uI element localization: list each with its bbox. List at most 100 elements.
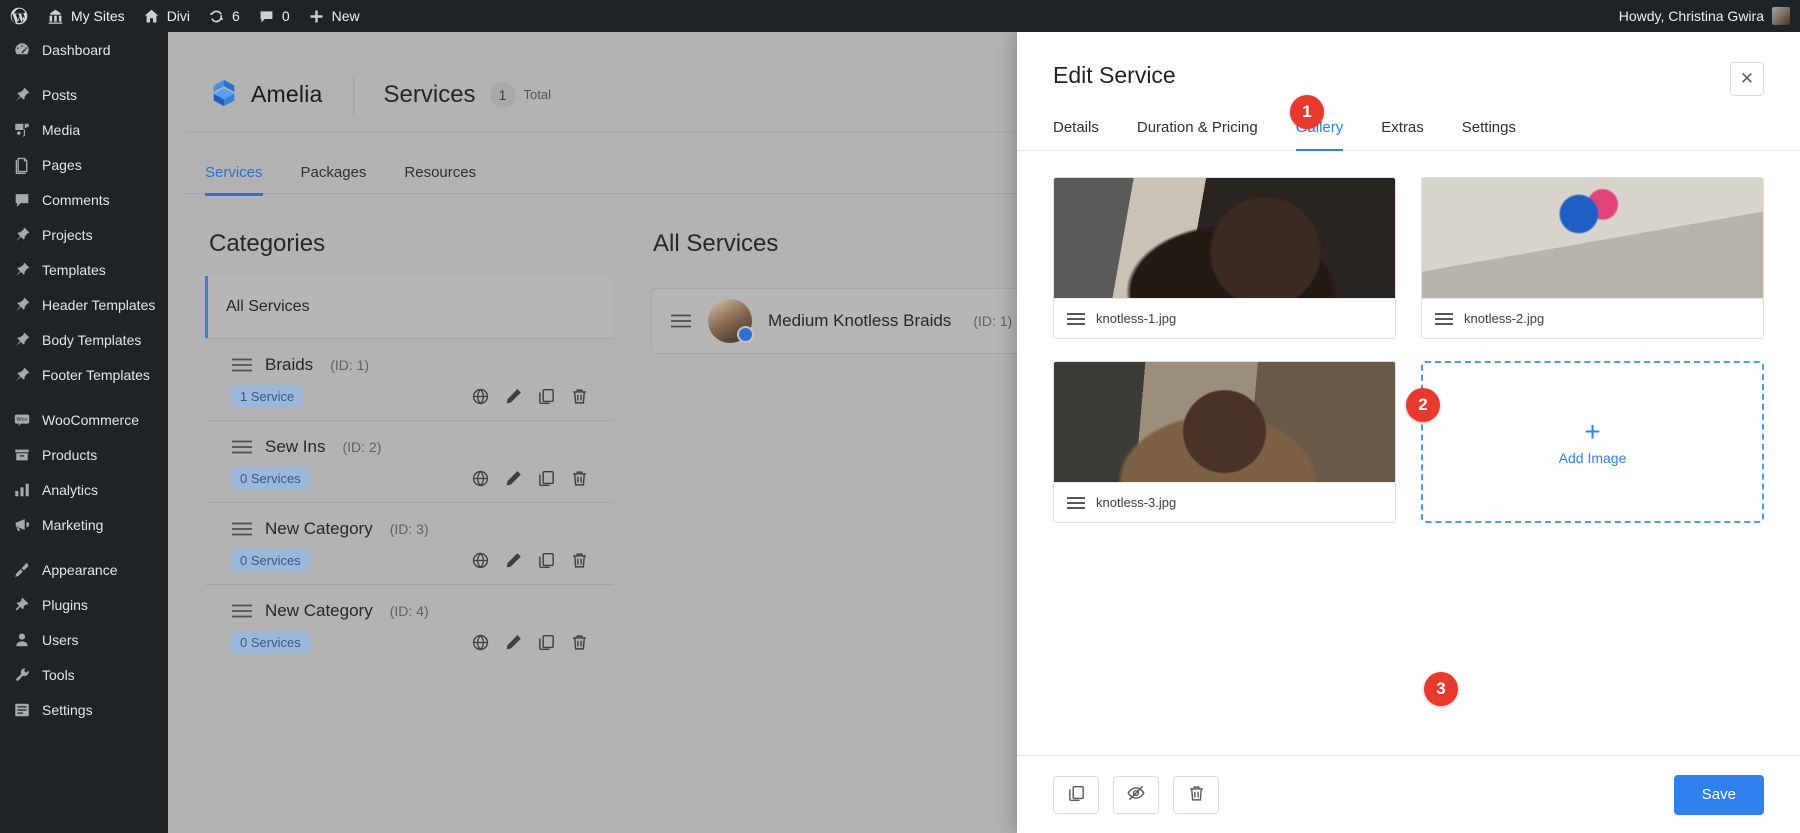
modal-title: Edit Service: [1053, 62, 1176, 88]
pin-icon: [12, 330, 32, 350]
adminbar-item-my-sites[interactable]: My Sites: [38, 0, 134, 32]
save-button[interactable]: Save: [1673, 774, 1764, 815]
woo-icon: Woo: [12, 410, 32, 430]
sidebar-item-analytics[interactable]: Analytics: [0, 472, 168, 507]
tab-extras[interactable]: Extras: [1381, 119, 1424, 151]
adminbar-label: Divi: [166, 8, 191, 24]
sidebar-item-templates[interactable]: Templates: [0, 252, 168, 287]
sidebar-item-label: Appearance: [42, 561, 118, 578]
category-row[interactable]: New Category (ID: 4) 0 Services: [205, 584, 613, 666]
sidebar-item-appearance[interactable]: Appearance: [0, 552, 168, 587]
comment-icon: [12, 190, 32, 210]
sidebar-item-label: Users: [42, 631, 79, 648]
category-all-label: All Services: [226, 298, 310, 315]
edit-service-modal: Edit Service ✕ Details Duration & Pricin…: [1017, 32, 1800, 833]
sidebar-item-products[interactable]: Products: [0, 437, 168, 472]
pencil-icon[interactable]: [504, 551, 523, 570]
sidebar-item-media[interactable]: Media: [0, 112, 168, 147]
svg-text:Woo: Woo: [17, 416, 28, 422]
trash-icon[interactable]: [570, 469, 589, 488]
tab-details[interactable]: Details: [1053, 119, 1099, 151]
category-row[interactable]: New Category (ID: 3) 0 Services: [205, 502, 613, 584]
adminbar-account[interactable]: Howdy, Christina Gwira: [1619, 7, 1800, 25]
globe-icon[interactable]: [471, 551, 490, 570]
sidebar-item-users[interactable]: Users: [0, 622, 168, 657]
annotation-badge-3: 3: [1424, 672, 1458, 706]
pencil-icon[interactable]: [504, 387, 523, 406]
sidebar-item-posts[interactable]: Posts: [0, 77, 168, 112]
wordpress-logo-button[interactable]: [0, 0, 38, 32]
pencil-icon[interactable]: [504, 633, 523, 652]
adminbar-item-comments[interactable]: 0: [249, 0, 299, 32]
duplicate-service-button[interactable]: [1053, 775, 1099, 814]
adminbar-label: 0: [281, 8, 290, 24]
sidebar-divider: [0, 392, 168, 402]
gallery-thumbnail: [1422, 178, 1763, 298]
tab-services[interactable]: Services: [205, 164, 263, 196]
sidebar-item-projects[interactable]: Projects: [0, 217, 168, 252]
screen-root: My Sites Divi 6 0 New Howdy, Christina G…: [0, 0, 1800, 833]
tab-packages[interactable]: Packages: [301, 164, 367, 196]
drag-handle-icon[interactable]: [1066, 312, 1086, 326]
adminbar-item-updates[interactable]: 6: [199, 0, 249, 32]
category-name: Sew Ins: [265, 437, 326, 456]
globe-icon[interactable]: [471, 633, 490, 652]
sidebar-item-label: WooCommerce: [42, 411, 139, 428]
tools-icon: [12, 665, 32, 685]
pencil-icon[interactable]: [504, 469, 523, 488]
duplicate-icon[interactable]: [537, 387, 556, 406]
drag-handle-icon[interactable]: [670, 313, 692, 329]
sidebar-item-label: Settings: [42, 701, 93, 718]
drag-handle-icon[interactable]: [1066, 496, 1086, 510]
adminbar-item-new[interactable]: New: [299, 0, 369, 32]
drag-handle-icon[interactable]: [231, 603, 253, 619]
hide-service-button[interactable]: [1113, 775, 1159, 814]
drag-handle-icon[interactable]: [231, 439, 253, 455]
duplicate-icon[interactable]: [537, 551, 556, 570]
gallery-image-card[interactable]: knotless-2.jpg: [1421, 177, 1764, 339]
sidebar-item-comments[interactable]: Comments: [0, 182, 168, 217]
sidebar-item-dashboard[interactable]: Dashboard: [0, 32, 168, 67]
sidebar-item-header-templates[interactable]: Header Templates: [0, 287, 168, 322]
duplicate-icon[interactable]: [537, 633, 556, 652]
duplicate-icon[interactable]: [537, 469, 556, 488]
trash-icon[interactable]: [570, 387, 589, 406]
media-icon: [12, 120, 32, 140]
avatar: [708, 299, 754, 343]
sidebar-item-plugins[interactable]: Plugins: [0, 587, 168, 622]
category-row[interactable]: Braids (ID: 1) 1 Service: [205, 338, 613, 420]
trash-icon[interactable]: [570, 551, 589, 570]
globe-icon[interactable]: [471, 387, 490, 406]
tab-settings[interactable]: Settings: [1462, 119, 1516, 151]
adminbar-item-site-divi[interactable]: Divi: [134, 0, 199, 32]
services-count-label: Total: [523, 87, 552, 102]
sidebar-item-tools[interactable]: Tools: [0, 657, 168, 692]
close-button[interactable]: ✕: [1730, 62, 1764, 96]
category-row[interactable]: Sew Ins (ID: 2) 0 Services: [205, 420, 613, 502]
duplicate-icon: [1067, 784, 1086, 806]
drag-handle-icon[interactable]: [1434, 312, 1454, 326]
sidebar-item-settings[interactable]: Settings: [0, 692, 168, 727]
add-image-dropzone[interactable]: + Add Image: [1421, 361, 1764, 523]
sidebar-item-marketing[interactable]: Marketing: [0, 507, 168, 542]
category-item-all-services[interactable]: All Services: [205, 276, 613, 338]
delete-service-button[interactable]: [1173, 775, 1219, 814]
category-id: (ID: 1): [330, 357, 370, 373]
tab-resources[interactable]: Resources: [404, 164, 476, 196]
drag-handle-icon[interactable]: [231, 357, 253, 373]
updates-icon: [208, 8, 225, 25]
globe-icon[interactable]: [471, 469, 490, 488]
gallery-image-card[interactable]: knotless-3.jpg: [1053, 361, 1396, 523]
trash-icon: [1187, 784, 1206, 806]
sidebar-item-pages[interactable]: Pages: [0, 147, 168, 182]
drag-handle-icon[interactable]: [231, 521, 253, 537]
modal-header: Edit Service ✕: [1017, 32, 1800, 96]
trash-icon[interactable]: [570, 633, 589, 652]
plus-icon: [308, 8, 325, 25]
tab-duration-pricing[interactable]: Duration & Pricing: [1137, 119, 1258, 151]
gallery-image-card[interactable]: knotless-1.jpg: [1053, 177, 1396, 339]
sidebar-item-footer-templates[interactable]: Footer Templates: [0, 357, 168, 392]
sidebar-item-woocommerce[interactable]: Woo WooCommerce: [0, 402, 168, 437]
categories-panel: Categories All Services Braids (ID: 1) 1…: [205, 216, 613, 666]
sidebar-item-body-templates[interactable]: Body Templates: [0, 322, 168, 357]
